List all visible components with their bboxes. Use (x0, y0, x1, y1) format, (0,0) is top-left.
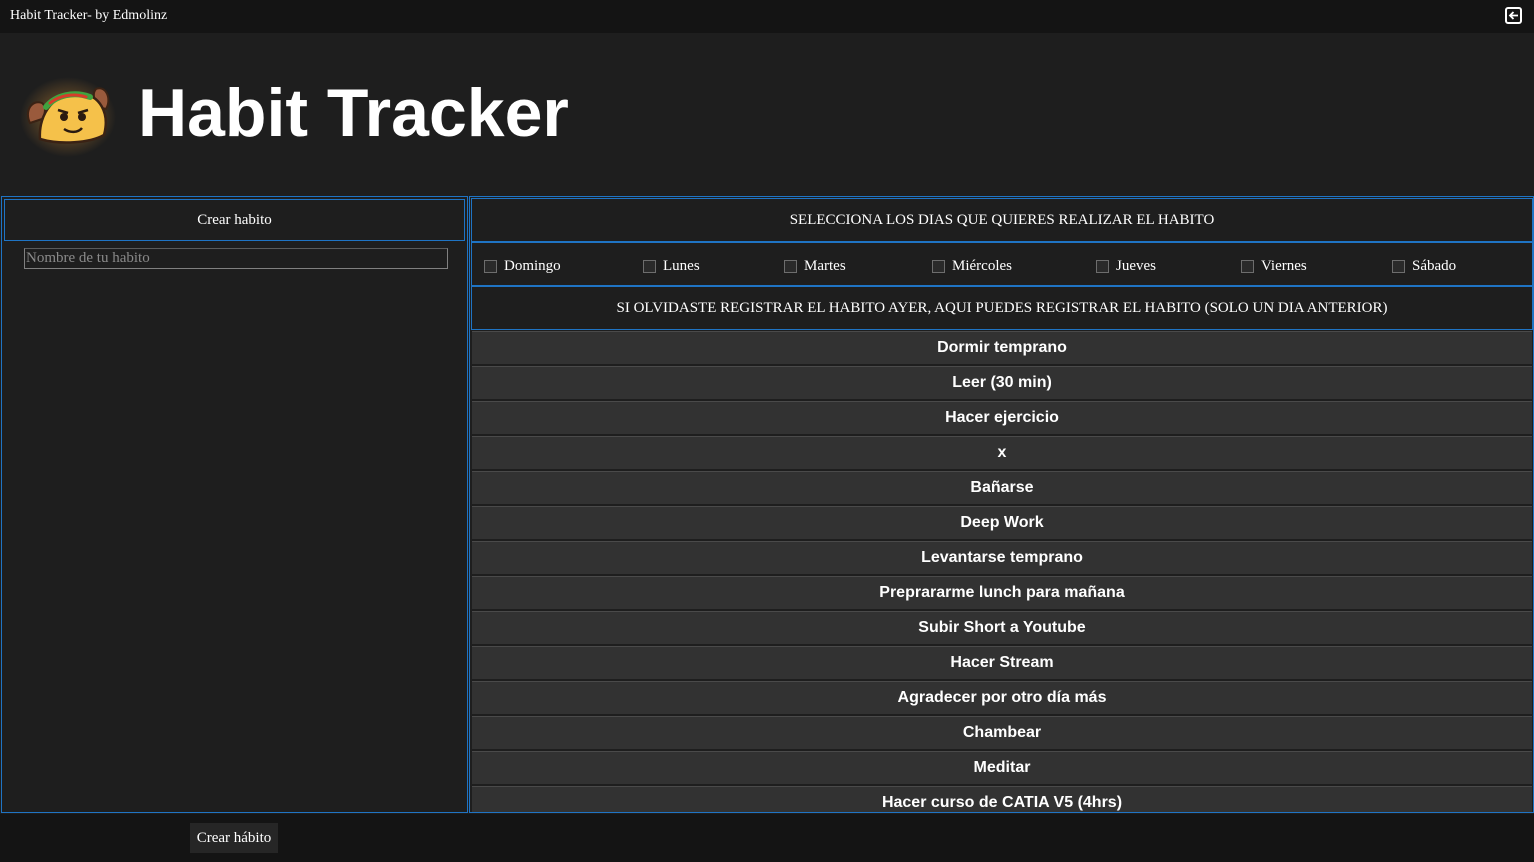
day-label: Martes (804, 257, 846, 274)
day-checkbox-martes[interactable]: Martes (784, 257, 846, 275)
day-label: Jueves (1116, 257, 1156, 274)
taco-mascot-logo (20, 73, 116, 157)
day-label: Domingo (504, 257, 561, 274)
day-checkbox-sabado[interactable]: Sábado (1392, 257, 1456, 275)
page-title: Habit Tracker (138, 75, 569, 151)
habit-button[interactable]: Preprararme lunch para mañana (472, 576, 1532, 609)
checkbox-icon[interactable] (932, 259, 945, 273)
create-habit-panel: Crear habito (1, 196, 468, 813)
day-checkbox-lunes[interactable]: Lunes (643, 257, 700, 275)
forgot-habit-header: SI OLVIDASTE REGISTRAR EL HABITO AYER, A… (471, 286, 1533, 330)
checkbox-icon[interactable] (784, 259, 797, 273)
checkbox-icon[interactable] (484, 259, 497, 273)
days-checkbox-row: Domingo Lunes Martes Miércoles Jueves Vi… (471, 242, 1533, 286)
exit-icon[interactable] (1505, 7, 1522, 24)
habit-button[interactable]: Levantarse temprano (472, 541, 1532, 574)
habit-button[interactable]: x (472, 436, 1532, 469)
checkbox-icon[interactable] (1241, 259, 1254, 273)
habit-days-panel: SELECCIONA LOS DIAS QUE QUIERES REALIZAR… (469, 196, 1534, 813)
habit-button[interactable]: Leer (30 min) (472, 366, 1532, 399)
create-habit-button[interactable]: Crear hábito (190, 823, 278, 853)
days-header: SELECCIONA LOS DIAS QUE QUIERES REALIZAR… (471, 198, 1533, 242)
habit-button[interactable]: Subir Short a Youtube (472, 611, 1532, 644)
day-checkbox-jueves[interactable]: Jueves (1096, 257, 1156, 275)
day-label: Viernes (1261, 257, 1307, 274)
habit-button[interactable]: Hacer ejercicio (472, 401, 1532, 434)
habit-button[interactable]: Deep Work (472, 506, 1532, 539)
habit-name-input[interactable] (24, 248, 448, 269)
habit-button[interactable]: Hacer Stream (472, 646, 1532, 679)
create-habit-header: Crear habito (4, 199, 465, 241)
checkbox-icon[interactable] (1096, 259, 1109, 273)
checkbox-icon[interactable] (1392, 259, 1405, 273)
habit-button[interactable]: Dormir temprano (472, 331, 1532, 364)
habit-button[interactable]: Bañarse (472, 471, 1532, 504)
day-checkbox-viernes[interactable]: Viernes (1241, 257, 1307, 275)
window-title: Habit Tracker- by Edmolinz (10, 8, 168, 23)
habit-button[interactable]: Meditar (472, 751, 1532, 784)
checkbox-icon[interactable] (643, 259, 656, 273)
day-label: Sábado (1412, 257, 1457, 274)
title-bar: Habit Tracker- by Edmolinz (0, 0, 1534, 33)
app-header: Habit Tracker (0, 33, 1534, 195)
day-label: Miércoles (952, 257, 1012, 274)
habit-button[interactable]: Agradecer por otro día más (472, 681, 1532, 714)
day-checkbox-miercoles[interactable]: Miércoles (932, 257, 1012, 275)
habit-button[interactable]: Hacer curso de CATIA V5 (4hrs) (472, 786, 1532, 812)
habit-button[interactable]: Chambear (472, 716, 1532, 749)
day-checkbox-domingo[interactable]: Domingo (484, 257, 561, 275)
footer-bar: Crear hábito (0, 814, 1534, 862)
day-label: Lunes (663, 257, 700, 274)
habit-list[interactable]: Dormir temprano Leer (30 min) Hacer ejer… (472, 331, 1532, 812)
